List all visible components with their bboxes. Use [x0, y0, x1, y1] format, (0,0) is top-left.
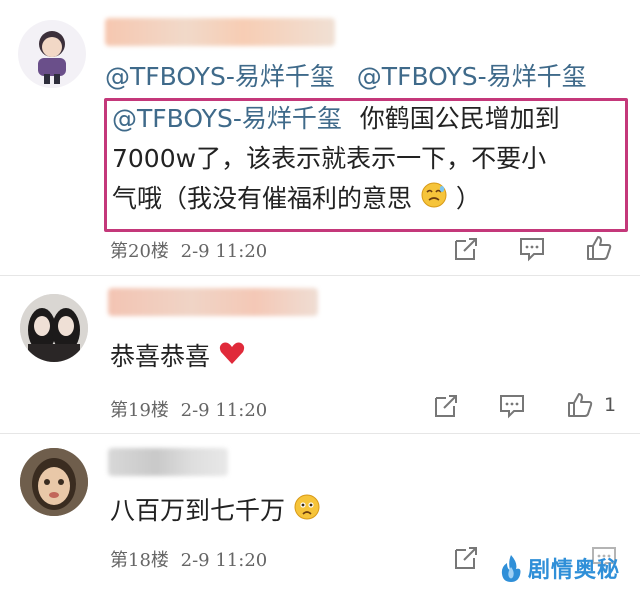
- comment-text: 八百万到七千万: [110, 496, 286, 525]
- like-count: 1: [604, 394, 617, 416]
- share-icon[interactable]: [452, 544, 480, 572]
- avatar[interactable]: [20, 294, 88, 362]
- sweat-emoji: [420, 181, 448, 220]
- heart-emoji: [218, 339, 246, 378]
- floor-number: 第18楼: [110, 550, 169, 571]
- comment-text-line: 恭喜恭喜: [110, 338, 246, 378]
- comment-text: 气哦（我没有催福利的意思: [112, 184, 413, 213]
- thumb-up-icon[interactable]: [566, 391, 594, 419]
- comment-icon[interactable]: [518, 235, 546, 263]
- avatar[interactable]: [20, 448, 88, 516]
- comment-text: 你鹤国公民增加到: [359, 104, 560, 133]
- comment-floor-19: 恭喜恭喜 第19楼 2-9 11:20 1: [0, 276, 640, 433]
- share-icon[interactable]: [452, 235, 480, 263]
- comment-meta: 第20楼 2-9 11:20: [110, 237, 267, 263]
- comment-text: 恭喜恭喜: [110, 342, 211, 371]
- timestamp: 2-9 11:20: [180, 400, 268, 421]
- username-blurred[interactable]: [105, 18, 335, 46]
- mention-link[interactable]: @TFBOYS-易烊千玺: [112, 104, 342, 133]
- username-blurred[interactable]: [108, 448, 228, 476]
- avatar[interactable]: [18, 20, 86, 88]
- sad-emoji: [293, 493, 321, 532]
- share-icon[interactable]: [432, 392, 460, 420]
- thumb-up-icon[interactable]: [585, 234, 613, 262]
- username-blurred[interactable]: [108, 288, 318, 316]
- flame-logo-icon: [498, 553, 524, 583]
- comment-meta: 第18楼 2-9 11:20: [110, 546, 267, 572]
- mention-row: @TFBOYS-易烊千玺 @TFBOYS-易烊千玺: [105, 60, 587, 94]
- comment-meta: 第19楼 2-9 11:20: [110, 396, 267, 422]
- timestamp: 2-9 11:20: [180, 550, 268, 571]
- floor-number: 第20楼: [110, 241, 169, 262]
- comment-text-line: 八百万到七千万: [110, 492, 321, 532]
- comment-text: ）: [455, 184, 481, 213]
- mention-link[interactable]: @TFBOYS-易烊千玺: [357, 62, 587, 91]
- comment-text-line: 气哦（我没有催福利的意思 ）: [112, 180, 481, 220]
- comment-icon[interactable]: [498, 392, 526, 420]
- timestamp: 2-9 11:20: [180, 241, 268, 262]
- comment-text-line: 7000w了，该表示就表示一下，不要小: [112, 144, 547, 173]
- comment-floor-20: @TFBOYS-易烊千玺 @TFBOYS-易烊千玺 @TFBOYS-易烊千玺 你…: [0, 0, 640, 275]
- watermark-text: 剧情奥秘: [528, 558, 621, 583]
- floor-number: 第19楼: [110, 400, 169, 421]
- watermark: 剧情奥秘: [498, 550, 620, 586]
- comment-text-line: @TFBOYS-易烊千玺 你鹤国公民增加到: [112, 100, 560, 138]
- mention-link[interactable]: @TFBOYS-易烊千玺: [105, 62, 335, 91]
